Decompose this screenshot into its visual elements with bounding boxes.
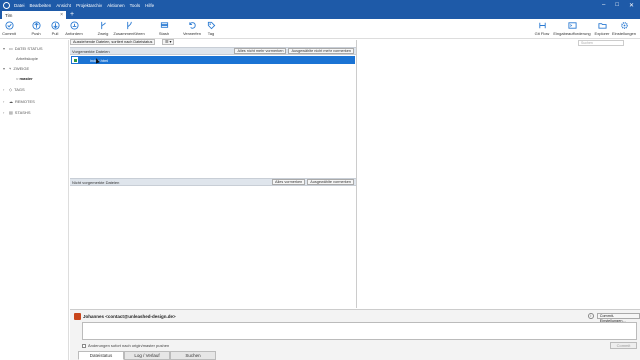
title-bar: Datei Bearbeiten Ansicht Projektarchiv A… [0,0,640,10]
settings-button[interactable]: Einstellungen [609,21,639,36]
commit-options: i Commit-Einstellungen... [588,313,640,323]
close-window-button[interactable]: ✕ [629,2,634,9]
maximize-button[interactable]: □ [615,2,619,9]
sidebar-tags[interactable]: › ◇ TAGS [3,87,25,92]
menu-help[interactable]: Hilfe [145,3,154,8]
menu-bar: Datei Bearbeiten Ansicht Projektarchiv A… [14,3,154,8]
app-logo-icon [3,1,10,9]
fetch-button[interactable]: Anfordern [59,21,89,36]
push-immediately-checkbox[interactable]: Änderungen sofort nach origin/master pus… [82,343,169,348]
bottom-tabs: Dateistatus Log / Verlauf Suchen [78,351,216,360]
branch-icon: ⑂ [9,66,12,71]
chevron-right-icon: › [3,99,5,104]
gear-icon [620,22,628,29]
repo-tab[interactable]: Tim × [2,11,66,19]
folder-icon [597,23,607,29]
push-immediately-label: Änderungen sofort nach origin/master pus… [88,343,170,348]
sidebar-remotes[interactable]: › ☁ REMOTES [3,99,35,104]
tag-icon: ◇ [9,87,13,92]
pane-divider[interactable] [356,40,357,308]
staged-file-row[interactable]: index.html [71,56,355,64]
staged-files-header: Vorgemerkte Dateien Alles nicht mehr vor… [70,47,356,55]
merge-icon [126,21,132,30]
stash-button[interactable]: Stash [149,21,179,36]
menu-repository[interactable]: Projektarchiv [76,3,102,8]
unstage-selected-button[interactable]: Ausgewählte nicht mehr vormerken [288,48,354,54]
chevron-right-icon: › [3,87,5,92]
sidebar-stashes[interactable]: › ▤ STASHS [3,110,31,115]
tag-icon [207,21,215,30]
author-label: Johannes <contact@unleashed-design.de> [83,314,176,319]
staged-files-title: Vorgemerkte Dateien [72,48,110,54]
sidebar-branches[interactable]: ▾ ⑂ ZWEIGE [3,66,29,71]
terminal-icon [567,22,577,29]
monitor-icon: ▭ [9,46,13,51]
tag-button[interactable]: Tag [196,21,226,36]
commit-icon [4,21,14,30]
branch-icon [100,21,106,30]
commit-message-input[interactable] [82,322,637,340]
sidebar-branch-master[interactable]: ○ master [16,76,33,81]
commit-submit-button[interactable]: Commit [610,342,637,349]
chevron-right-icon: › [3,110,5,115]
menu-view[interactable]: Ansicht [56,3,71,8]
minimize-button[interactable]: – [602,2,605,9]
toolbar: Commit Push Pull Anfordern Zweig Zusamme… [0,19,640,39]
avatar [74,313,81,320]
sidebar-working-copy[interactable]: Arbeitskopie [16,56,38,61]
menu-actions[interactable]: Aktionen [107,3,125,8]
commit-author: Johannes <contact@unleashed-design.de> [74,313,176,320]
view-options-dropdown[interactable]: ☰ ▾ [162,39,175,45]
commit-options-dropdown[interactable]: Commit-Einstellungen... [596,313,640,323]
file-filter-dropdown[interactable]: Ausstehende Dateien, sortiert nach Datei… [70,39,156,45]
unstaged-files-title: Nicht vorgemerkte Dateien [72,179,120,185]
chevron-down-icon: ▾ [3,66,6,71]
menu-tools[interactable]: Tools [130,3,141,8]
menu-edit[interactable]: Bearbeiten [30,3,52,8]
sidebar: ▾ ▭ DATEI STATUS Arbeitskopie ▾ ⑂ ZWEIGE… [0,40,69,360]
filter-bar: Ausstehende Dateien, sortiert nach Datei… [70,39,356,46]
stage-all-button[interactable]: Alles vormerken [272,179,306,185]
unstaged-files-header: Nicht vorgemerkte Dateien Alles vormerke… [70,178,356,186]
file-checkbox[interactable] [72,57,78,63]
tab-search[interactable]: Suchen [170,351,216,360]
unstage-all-button[interactable]: Alles nicht mehr vormerken [234,48,287,54]
chevron-down-icon: ▾ [3,46,6,51]
stage-selected-button[interactable]: Ausgewählte vormerken [307,179,354,185]
terminal-button[interactable]: Eingabeaufforderung [553,21,591,36]
stash-icon: ▤ [9,110,13,115]
fetch-icon [69,21,79,30]
stash-icon [160,22,168,28]
merge-button[interactable]: Zusammenführen [113,21,145,36]
tab-log-history[interactable]: Log / Verlauf [124,351,170,360]
menu-file[interactable]: Datei [14,3,25,8]
close-tab-icon[interactable]: × [60,12,63,18]
gitflow-icon [538,22,546,29]
info-icon[interactable]: i [588,313,594,319]
cloud-icon: ☁ [9,99,13,104]
checkbox-box[interactable] [82,343,86,348]
tab-file-status[interactable]: Dateistatus [78,351,124,360]
added-status-icon [73,58,77,62]
search-input[interactable]: Suchen [578,40,624,46]
new-tab-button[interactable]: + [70,11,74,19]
sidebar-file-status[interactable]: ▾ ▭ DATEI STATUS [3,46,43,51]
repo-tab-label: Tim [5,12,13,18]
tab-bar: Tim × + [0,10,640,19]
